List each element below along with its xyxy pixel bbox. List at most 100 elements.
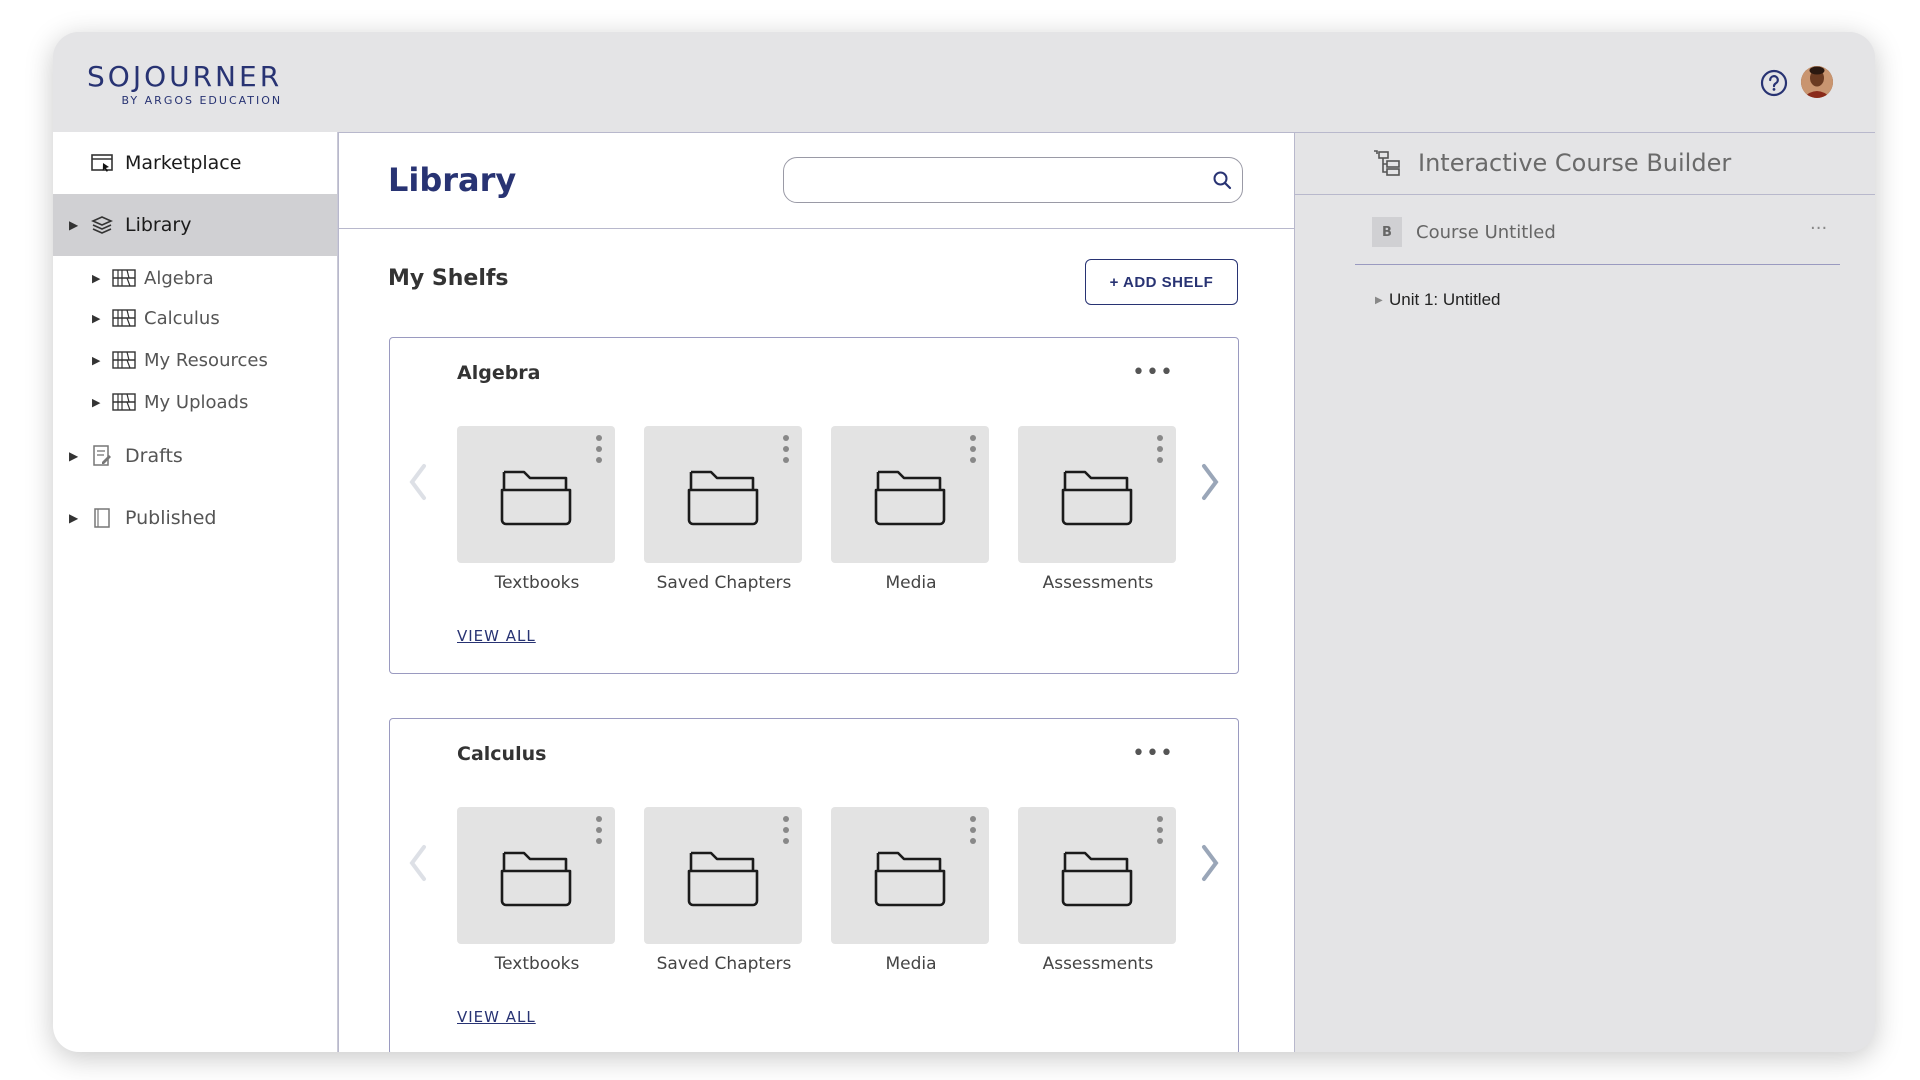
bookshelf-icon bbox=[112, 268, 136, 288]
sidebar: ▶ Marketplace ▶ Library ▶ Algebra ▶ bbox=[53, 132, 338, 1052]
folder-tile[interactable] bbox=[1018, 807, 1176, 944]
view-all-link[interactable]: VIEW ALL bbox=[457, 1008, 536, 1026]
folder-icon bbox=[687, 470, 759, 526]
folder-tile[interactable] bbox=[457, 426, 615, 563]
unit-label: Unit 1: Untitled bbox=[1389, 290, 1501, 309]
view-all-link[interactable]: VIEW ALL bbox=[457, 627, 536, 645]
folder-kebab-menu-icon[interactable] bbox=[782, 815, 790, 845]
folder-item[interactable]: Media bbox=[831, 426, 991, 593]
carousel-prev-icon[interactable] bbox=[406, 462, 430, 502]
avatar-photo bbox=[1801, 66, 1833, 98]
folder-kebab-menu-icon[interactable] bbox=[1156, 434, 1164, 464]
folder-icon bbox=[687, 851, 759, 907]
carousel-next-icon[interactable] bbox=[1198, 462, 1222, 502]
search-box[interactable] bbox=[783, 157, 1243, 203]
course-row[interactable]: B Course Untitled ··· bbox=[1355, 212, 1840, 265]
folder-icon bbox=[1061, 470, 1133, 526]
library-panel: Library My Shelfs + ADD SHELF Algebra ••… bbox=[338, 132, 1294, 1052]
expand-caret-icon[interactable]: ▶ bbox=[92, 272, 104, 285]
section-title: My Shelfs bbox=[388, 266, 509, 291]
shelf-card-calculus: Calculus ••• Textbooks Saved Chapters Me… bbox=[389, 718, 1239, 1052]
unit-item[interactable]: ▶ Unit 1: Untitled bbox=[1375, 290, 1501, 310]
add-shelf-button[interactable]: + ADD SHELF bbox=[1085, 259, 1238, 305]
library-stack-icon bbox=[91, 214, 113, 236]
sidebar-subitem-my-resources[interactable]: ▶ My Resources bbox=[53, 342, 337, 378]
folder-label: Assessments bbox=[1042, 954, 1154, 974]
carousel-next-icon[interactable] bbox=[1198, 843, 1222, 883]
course-name[interactable]: Course Untitled bbox=[1416, 222, 1556, 243]
sidebar-subitem-calculus[interactable]: ▶ Calculus bbox=[53, 300, 337, 336]
bookshelf-icon bbox=[112, 308, 136, 328]
top-bar: SOJOURNER BY ARGOS EDUCATION bbox=[53, 32, 1875, 132]
expand-caret-icon[interactable]: ▶ bbox=[92, 354, 104, 367]
folder-label: Textbooks bbox=[494, 573, 580, 593]
bookshelf-icon bbox=[112, 350, 136, 370]
help-icon[interactable] bbox=[1759, 68, 1789, 98]
shelf-more-menu-icon[interactable]: ••• bbox=[1132, 360, 1174, 385]
folder-label: Textbooks bbox=[494, 954, 580, 974]
sidebar-subitem-my-uploads[interactable]: ▶ My Uploads bbox=[53, 384, 337, 420]
library-header: Library bbox=[339, 132, 1294, 229]
expand-caret-icon[interactable]: ▶ bbox=[69, 449, 83, 463]
folder-item[interactable]: Assessments bbox=[1018, 807, 1178, 974]
folder-icon bbox=[874, 851, 946, 907]
shelf-more-menu-icon[interactable]: ••• bbox=[1132, 741, 1174, 766]
brand-logo[interactable]: SOJOURNER BY ARGOS EDUCATION bbox=[87, 62, 283, 108]
brand-subtitle: BY ARGOS EDUCATION bbox=[121, 94, 283, 107]
marketplace-icon bbox=[91, 152, 113, 174]
folder-icon bbox=[500, 851, 572, 907]
shelf-title: Algebra bbox=[457, 362, 541, 384]
search-icon[interactable] bbox=[1212, 170, 1232, 190]
expand-caret-icon[interactable]: ▶ bbox=[69, 511, 83, 525]
carousel-prev-icon[interactable] bbox=[406, 843, 430, 883]
sidebar-item-published[interactable]: ▶ Published bbox=[53, 487, 337, 549]
folder-item[interactable]: Textbooks bbox=[457, 426, 617, 593]
bookshelf-icon bbox=[112, 392, 136, 412]
published-document-icon bbox=[91, 507, 113, 529]
expand-caret-icon[interactable]: ▶ bbox=[92, 312, 104, 325]
folder-item[interactable]: Saved Chapters bbox=[644, 807, 804, 974]
expand-caret-icon[interactable]: ▶ bbox=[92, 396, 104, 409]
page-title: Library bbox=[388, 161, 517, 199]
folder-tile[interactable] bbox=[457, 807, 615, 944]
course-tree-icon bbox=[1374, 150, 1400, 176]
course-builder-panel: Interactive Course Builder B Course Unti… bbox=[1294, 132, 1875, 1052]
folder-tile[interactable] bbox=[831, 807, 989, 944]
expand-caret-icon[interactable]: ▶ bbox=[1375, 295, 1389, 306]
folder-kebab-menu-icon[interactable] bbox=[969, 815, 977, 845]
sidebar-subitem-algebra[interactable]: ▶ Algebra bbox=[53, 260, 337, 296]
folder-tile[interactable] bbox=[1018, 426, 1176, 563]
sidebar-item-library[interactable]: ▶ Library bbox=[53, 194, 337, 256]
folder-kebab-menu-icon[interactable] bbox=[595, 434, 603, 464]
folder-tile[interactable] bbox=[644, 426, 802, 563]
folder-item[interactable]: Saved Chapters bbox=[644, 426, 804, 593]
folder-icon bbox=[874, 470, 946, 526]
folder-tile[interactable] bbox=[644, 807, 802, 944]
folder-tile[interactable] bbox=[831, 426, 989, 563]
folder-kebab-menu-icon[interactable] bbox=[1156, 815, 1164, 845]
app-window: SOJOURNER BY ARGOS EDUCATION ▶ Marketpla… bbox=[53, 32, 1875, 1052]
shelf-title: Calculus bbox=[457, 743, 547, 765]
course-more-menu-icon[interactable]: ··· bbox=[1810, 218, 1827, 239]
shelf-card-algebra: Algebra ••• Textbooks Saved Chapters Med… bbox=[389, 337, 1239, 674]
expand-caret-icon[interactable]: ▶ bbox=[69, 218, 83, 232]
sidebar-item-label: Marketplace bbox=[125, 152, 242, 174]
folder-label: Media bbox=[885, 573, 937, 593]
folder-kebab-menu-icon[interactable] bbox=[782, 434, 790, 464]
folder-item[interactable]: Assessments bbox=[1018, 426, 1178, 593]
folder-kebab-menu-icon[interactable] bbox=[595, 815, 603, 845]
drafts-icon bbox=[91, 445, 113, 467]
folder-kebab-menu-icon[interactable] bbox=[969, 434, 977, 464]
sidebar-item-marketplace[interactable]: ▶ Marketplace bbox=[53, 132, 337, 194]
course-badge: B bbox=[1372, 217, 1402, 247]
folder-item[interactable]: Media bbox=[831, 807, 991, 974]
user-avatar[interactable] bbox=[1801, 66, 1833, 98]
folder-item[interactable]: Textbooks bbox=[457, 807, 617, 974]
sidebar-item-label: Library bbox=[125, 214, 192, 236]
sidebar-subitem-label: My Resources bbox=[144, 349, 268, 371]
sidebar-item-label: Drafts bbox=[125, 445, 183, 467]
sidebar-item-drafts[interactable]: ▶ Drafts bbox=[53, 425, 337, 487]
builder-title: Interactive Course Builder bbox=[1418, 149, 1732, 177]
builder-header: Interactive Course Builder bbox=[1295, 132, 1875, 195]
search-input[interactable] bbox=[798, 166, 1202, 196]
